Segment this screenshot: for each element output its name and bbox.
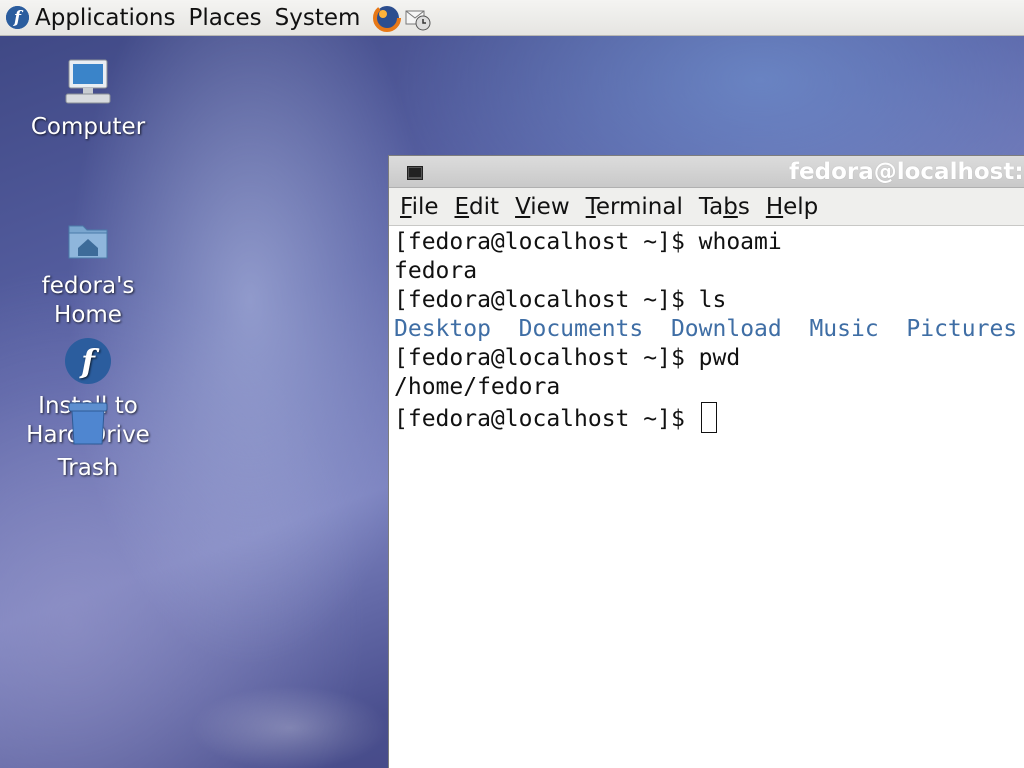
terminal-command-line: [fedora@localhost ~]$ whoami <box>394 228 1024 257</box>
shell-prompt: [fedora@localhost ~]$ <box>394 345 699 371</box>
terminal-command-line: [fedora@localhost ~]$ <box>394 402 1024 433</box>
window-titlebar[interactable]: fedora@localhost:~ <box>389 156 1024 188</box>
window-title: fedora@localhost:~ <box>789 159 1024 185</box>
mail-clock-icon[interactable] <box>404 4 432 32</box>
trash-icon <box>63 398 113 448</box>
menu-label: View <box>515 193 570 220</box>
fedora-logo-icon[interactable]: f <box>6 6 29 29</box>
terminal-icon <box>407 165 423 180</box>
terminal-output-line: fedora <box>394 258 478 284</box>
directory-entry: Desktop <box>394 316 519 342</box>
menu-label: Tabs <box>698 193 750 220</box>
applications-menu[interactable]: Applications <box>35 0 176 36</box>
desktop-icon-label: Trash <box>57 455 119 481</box>
terminal-ls-output: Desktop Documents Download Music Picture… <box>394 315 1024 344</box>
fedora-logo-icon: f <box>63 307 113 384</box>
terminal-window[interactable]: fedora@localhost:~ File Edit View Termin… <box>388 155 1024 768</box>
desktop-icon-label: Computer <box>30 114 146 140</box>
terminal-output-line: /home/fedora <box>394 374 561 400</box>
menu-label: Edit <box>454 193 500 220</box>
directory-entry: Pictures <box>906 316 1018 342</box>
system-menu[interactable]: System <box>275 0 361 36</box>
menu-file[interactable]: File <box>400 194 439 220</box>
menu-tabs[interactable]: Tabs <box>699 194 750 220</box>
terminal-command-line: [fedora@localhost ~]$ pwd <box>394 344 1024 373</box>
shell-prompt: [fedora@localhost ~]$ <box>394 287 699 313</box>
directory-entry: Music <box>809 316 907 342</box>
places-menu[interactable]: Places <box>189 0 262 36</box>
shell-command: pwd <box>698 345 741 371</box>
terminal-output[interactable]: [fedora@localhost ~]$ whoami fedora [fedor… <box>389 226 1024 433</box>
shell-command: ls <box>698 287 727 313</box>
menu-terminal[interactable]: Terminal <box>586 194 683 220</box>
shell-prompt: [fedora@localhost ~]$ <box>394 229 699 255</box>
menu-label: Help <box>765 193 819 220</box>
computer-icon <box>63 57 113 107</box>
menu-view[interactable]: View <box>515 194 570 220</box>
terminal-menubar: File Edit View Terminal Tabs Help <box>389 188 1024 226</box>
desktop-icon-computer[interactable]: Computer <box>13 57 163 142</box>
menu-label: Terminal <box>585 193 683 220</box>
menu-edit[interactable]: Edit <box>455 194 500 220</box>
desktop-icon-trash[interactable]: Trash <box>13 398 163 483</box>
top-panel: f Applications Places System <box>0 0 1024 36</box>
directory-entry: Download <box>670 316 810 342</box>
home-folder-icon <box>63 187 113 259</box>
menu-label: File <box>400 193 439 220</box>
terminal-command-line: [fedora@localhost ~]$ ls <box>394 286 1024 315</box>
shell-command: whoami <box>698 229 782 255</box>
firefox-icon[interactable] <box>373 3 402 32</box>
text-cursor <box>700 402 717 433</box>
directory-entry: Documents <box>518 316 671 342</box>
shell-prompt: [fedora@localhost ~]$ <box>394 406 699 432</box>
menu-help[interactable]: Help <box>766 194 818 220</box>
